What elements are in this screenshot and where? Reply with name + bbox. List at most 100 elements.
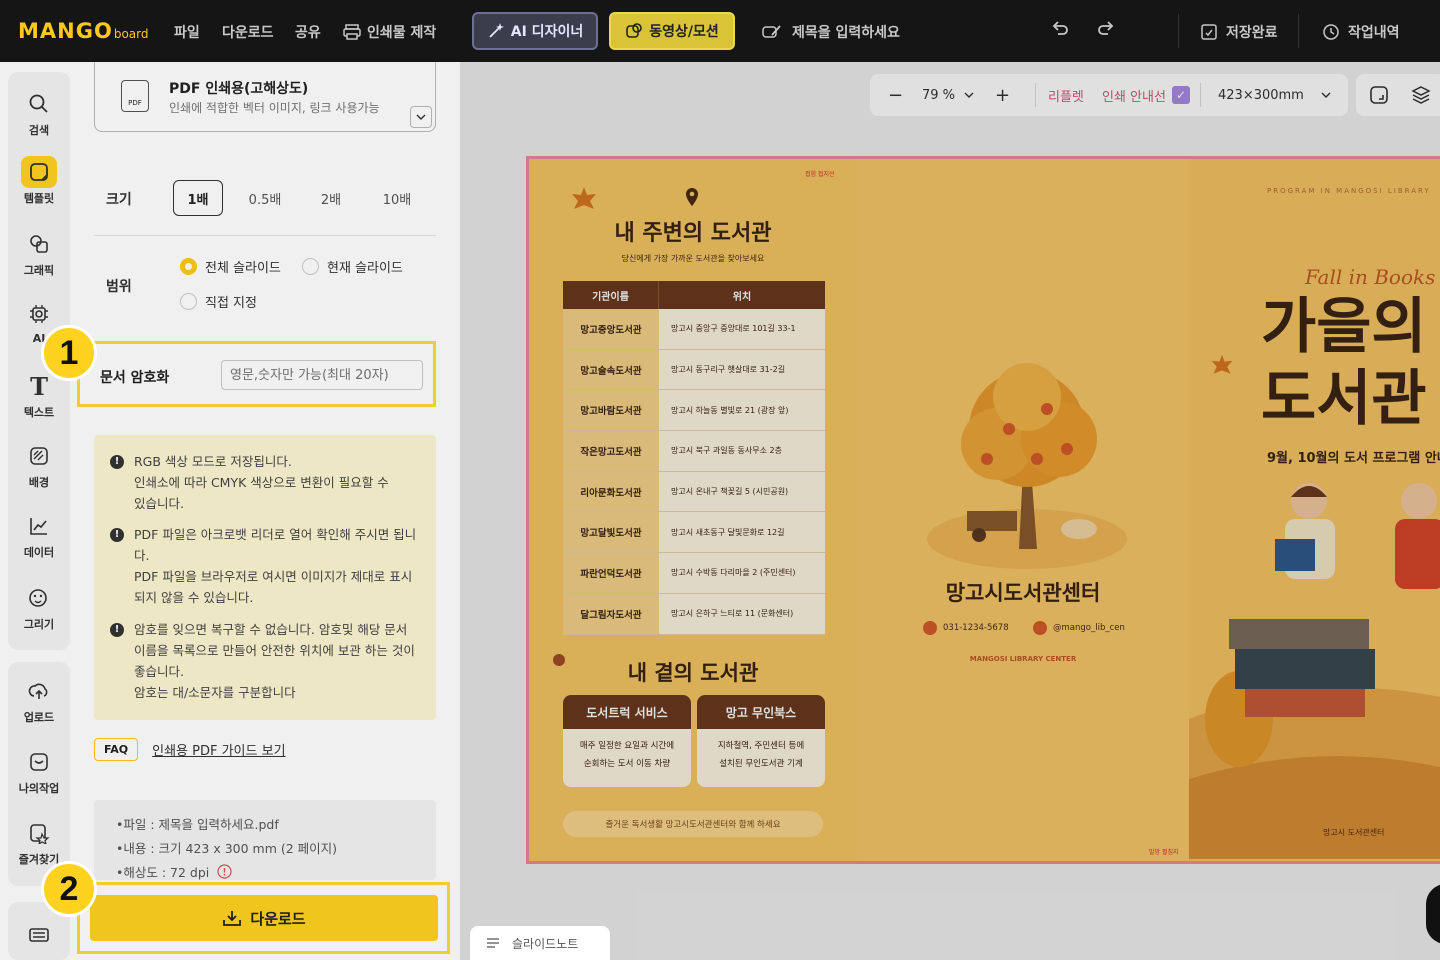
radio-dot [302,258,319,275]
size-option-half[interactable]: 0.5배 [240,180,290,216]
menu-file[interactable]: 파일 [174,22,200,42]
zoom-in-button[interactable]: + [995,85,1010,106]
center-name: 망고시도서관센터 [945,580,1101,605]
menu-share[interactable]: 공유 [295,22,321,42]
sidebar-item-upload[interactable]: 업로드 [8,675,70,725]
service-title: 망고 무인북스 [697,695,825,729]
sidebar-keyboard-button[interactable] [8,918,70,952]
size-option-10x[interactable]: 10배 [372,180,422,216]
sidebar-item-template[interactable]: 템플릿 [8,156,70,206]
size-label: 크기 [106,192,132,208]
maple-leaf-icon [572,187,596,209]
magic-wand-icon [489,23,504,38]
ai-designer-button[interactable]: AI 디자이너 [472,12,598,50]
library-name: 망고달빛도서관 [563,512,659,553]
format-card[interactable]: PDF PDF 인쇄용(고해상도) 인쇄에 적합한 벡터 이미지, 링크 사용가… [94,62,436,132]
hero-title-line2: 도서관 [1261,364,1427,434]
chevron-down-icon [416,114,426,120]
library-address: 망고시 수박동 다리마을 2 (주민센터) [659,553,825,593]
sidebar-item-background[interactable]: 배경 [8,440,70,490]
redo-icon[interactable] [1096,19,1116,39]
info-icon: ! [110,455,124,469]
range-all-slides-label: 전체 슬라이드 [205,261,281,276]
document-title-field[interactable]: 제목을 입력하세요 [762,22,900,42]
print-production-button[interactable]: 인쇄물 제작 [343,22,436,42]
undo-icon[interactable] [1050,19,1070,39]
range-custom-radio[interactable]: 직접 지정 [180,292,257,311]
sidebar-item-search[interactable]: 검색 [8,88,70,138]
table-row: 망고바람도서관 망고시 하늘동 별빛로 21 (광장 앞) [563,390,825,432]
canvas-size[interactable]: 423×300mm [1218,88,1304,103]
sidebar-item-favorites[interactable]: 즐겨찾기 [8,817,70,867]
warning-icon[interactable] [217,864,232,879]
print-production-label: 인쇄물 제작 [367,25,437,41]
sidebar-item-graphic[interactable]: 그래픽 [8,228,70,278]
step-badge-1: 1 [41,325,97,381]
notice-box: ! RGB 색상 모드로 저장됩니다. 인쇄소에 따라 CMYK 색상으로 변환… [94,435,436,720]
background-icon [30,447,48,465]
notice-line: 이름을 목록으로 만들어 안전한 위치에 보관 하는 것이 [134,643,415,658]
format-dropdown-button[interactable] [410,106,432,128]
fold-bottom-label: 발망 펼침지 [1149,849,1179,856]
program-date: 9월, 10월의 도서 프로그램 안내 [1267,451,1440,466]
history-icon [1323,24,1339,40]
slide-note-tab[interactable]: 슬라이드노트 [470,926,610,960]
section-title-nearby: 내 주변의 도서관 [614,220,772,246]
graphic-icon [30,235,48,253]
encryption-password-input[interactable] [221,360,423,390]
ai-designer-label: AI 디자이너 [510,24,584,40]
notice-item: ! RGB 색상 모드로 저장됩니다. 인쇄소에 따라 CMYK 색상으로 변환… [110,451,424,514]
print-guide-label: 인쇄 안내선 [1102,89,1166,105]
range-label: 범위 [106,279,132,295]
history-label: 작업내역 [1348,25,1400,41]
library-name: 망고술속도서관 [563,349,659,390]
sidebar-item-label: 템플릿 [23,192,55,205]
library-address: 망고시 중앙구 중앙대로 101길 33-1 [659,309,825,349]
brochure-left-panel: 접힘 접지선 내 주변의 도서관 당신에게 가장 가까운 도서관을 찾아보세요 … [529,159,857,861]
history-button[interactable]: 작업내역 [1322,22,1400,42]
service-card-unmanned: 망고 무인북스 지하철역, 주민센터 등에 설치된 무인도서관 기계 [697,695,825,787]
motion-video-label: 동영상/모션 [649,24,719,40]
sidebar-item-label: 그리기 [23,618,55,631]
chevron-down-icon[interactable] [1321,92,1331,98]
download-button[interactable]: 다운로드 [90,895,438,941]
divider [1035,83,1036,107]
sidebar-item-draw[interactable]: 그리기 [8,582,70,632]
print-guide-checkbox[interactable]: ✓ [1172,86,1190,104]
size-option-2x[interactable]: 2배 [306,180,356,216]
zoom-level[interactable]: 79 % [922,88,955,103]
layers-icon[interactable] [1411,85,1431,105]
my-work-icon [30,753,48,771]
resize-icon[interactable] [1369,85,1389,105]
sidebar-item-data[interactable]: 데이터 [8,510,70,560]
info-icon: ! [110,623,124,637]
range-all-slides-radio[interactable]: 전체 슬라이드 [180,257,281,276]
range-current-slide-radio[interactable]: 현재 슬라이드 [302,257,403,276]
search-icon [29,94,48,113]
logo[interactable]: MANGO board [18,19,148,43]
phone-icon [923,621,937,635]
sidebar-item-label: 검색 [28,124,50,137]
file-info-box: •파일 : 제목을 입력하세요.pdf •내용 : 크기 423 x 300 m… [94,800,436,880]
table-row: 작은망고도서관 망고시 북구 과일동 동사무소 2층 [563,431,825,472]
service-card-truck: 도서트럭 서비스 매주 일정한 요일과 시간에 순회하는 도서 이동 차량 [563,695,691,787]
edit-icon [762,25,781,38]
chevron-down-icon[interactable] [964,92,974,98]
table-row: 망고중앙도서관 망고시 중앙구 중앙대로 101길 33-1 [563,309,825,350]
size-option-1x[interactable]: 1배 [173,180,223,216]
save-icon [1201,24,1217,40]
sidebar-item-label: 배경 [28,476,50,489]
draw-icon [29,589,47,607]
ai-chip-icon [30,305,48,323]
sidebar-item-my-work[interactable]: 나의작업 [8,746,70,796]
zoom-out-button[interactable]: − [888,85,903,106]
menu-download[interactable]: 다운로드 [222,22,274,42]
save-status-button[interactable]: 저장완료 [1200,22,1278,42]
service-desc: 순회하는 도서 이동 차량 [583,759,671,769]
faq-tag: FAQ [94,737,139,761]
divider [1178,14,1179,48]
pdf-guide-link[interactable]: 인쇄용 PDF 가이드 보기 [152,740,285,759]
motion-video-button[interactable]: 동영상/모션 [609,12,735,50]
leaflet-tag[interactable]: 리플렛 [1048,86,1084,105]
brochure-page[interactable]: 접힘 접지선 내 주변의 도서관 당신에게 가장 가까운 도서관을 찾아보세요 … [526,156,1440,864]
